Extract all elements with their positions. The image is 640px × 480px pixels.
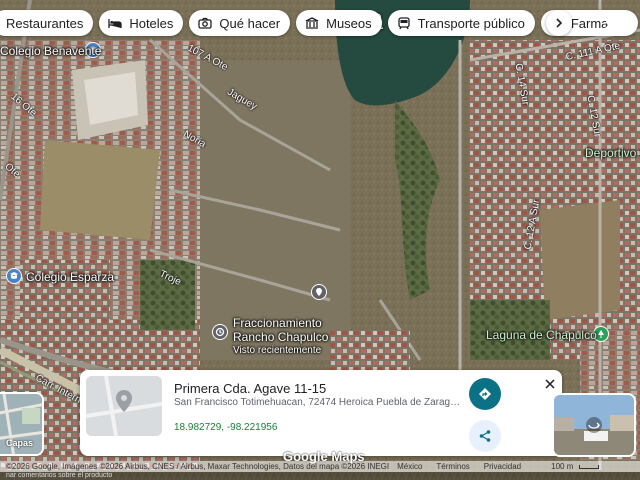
- chips-scroll-right-button[interactable]: [546, 10, 572, 36]
- chip-restaurantes[interactable]: Restaurantes: [0, 10, 94, 36]
- directions-icon: [479, 388, 491, 400]
- place-coordinates[interactable]: 18.982729, -98.221956: [174, 422, 277, 433]
- place-address: San Francisco Totimehuacan, 72474 Heroic…: [174, 397, 464, 408]
- place-deportivo[interactable]: Deportivo S: [585, 146, 640, 160]
- chip-transporte[interactable]: Transporte público: [387, 10, 535, 36]
- place-thumbnail[interactable]: [86, 376, 162, 436]
- place-colegio-esparza[interactable]: Colegio Esparza: [26, 270, 114, 284]
- category-chips: Restaurantes Hoteles Qué hacer Museos Tr…: [0, 10, 639, 36]
- camera-icon: [197, 15, 213, 31]
- close-icon: [545, 379, 555, 389]
- history-pin-icon[interactable]: [212, 324, 228, 340]
- scale-bar: [579, 464, 600, 469]
- transit-icon: [396, 15, 412, 31]
- location-pin-icon[interactable]: [311, 284, 327, 300]
- chip-label: Farma: [570, 15, 609, 31]
- place-info-card[interactable]: Primera Cda. Agave 11-15 San Francisco T…: [80, 370, 562, 456]
- scale-label[interactable]: 100 m: [551, 462, 573, 471]
- attribution-text: ©2026 Google, Imágenes ©2026 Airbus, CNE…: [6, 462, 390, 471]
- chip-label: Hoteles: [129, 15, 174, 31]
- place-laguna-chapulco[interactable]: Laguna de Chapulco: [486, 328, 597, 342]
- chevron-right-icon: [556, 18, 563, 28]
- street-view-thumbnail[interactable]: [552, 393, 636, 457]
- map-footer: ©2026 Google, Imágenes ©2026 Airbus, CNE…: [0, 461, 640, 472]
- terms-link[interactable]: Términos: [436, 462, 469, 471]
- layers-button[interactable]: Capas: [0, 392, 44, 456]
- place-title: Primera Cda. Agave 11-15: [174, 381, 327, 396]
- country-label[interactable]: México: [397, 462, 422, 471]
- place-fraccionamiento-subtitle: Visto recientemente: [233, 345, 322, 356]
- chip-label: Transporte público: [417, 15, 525, 31]
- street-view-rotate-icon: [586, 417, 602, 433]
- museum-icon: [304, 15, 320, 31]
- chip-museos[interactable]: Museos: [296, 10, 382, 36]
- chip-hoteles[interactable]: Hoteles: [99, 10, 184, 36]
- directions-button[interactable]: [469, 378, 501, 410]
- chip-label: Qué hacer: [219, 15, 281, 31]
- close-card-button[interactable]: [542, 376, 558, 392]
- chip-label: Museos: [326, 15, 372, 31]
- place-colegio-benavente[interactable]: Colegio Benavente: [0, 44, 101, 58]
- feedback-link[interactable]: nar comentarios sobre el producto: [0, 472, 640, 480]
- place-fraccionamiento-line2[interactable]: Rancho Chapulco: [233, 330, 328, 344]
- school-poi-icon[interactable]: [6, 268, 22, 284]
- place-fraccionamiento-line1[interactable]: Fraccionamiento: [233, 316, 322, 330]
- chip-label: Restaurantes: [6, 15, 84, 31]
- share-button[interactable]: [469, 420, 501, 452]
- hotel-icon: [107, 15, 123, 31]
- layers-label: Capas: [6, 438, 34, 448]
- chip-que-hacer[interactable]: Qué hacer: [189, 10, 291, 36]
- privacy-link[interactable]: Privacidad: [484, 462, 521, 471]
- apps-grid-button[interactable]: [604, 12, 624, 32]
- share-icon: [479, 430, 491, 442]
